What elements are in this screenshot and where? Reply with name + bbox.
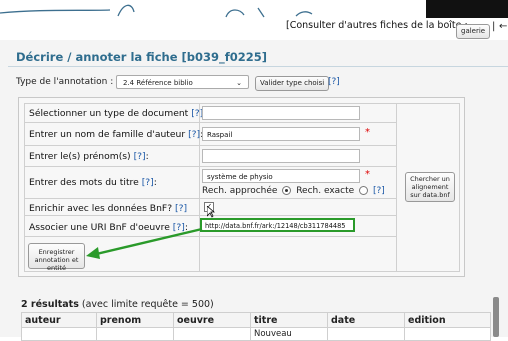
col-date: date	[327, 312, 405, 328]
results-summary: 2 résultats (avec limite requête = 500)	[21, 299, 214, 310]
annotation-type-select[interactable]: 2.4 Référence biblio ⌄	[116, 75, 249, 89]
required-marker: *	[365, 169, 370, 180]
cell-date	[327, 327, 405, 341]
results-scrollbar[interactable]	[493, 297, 499, 337]
cell-edition	[404, 327, 491, 341]
exact-search-label: Rech. exacte	[296, 186, 355, 196]
title-divider	[8, 66, 508, 67]
bnf-enrich-help-link[interactable]: [?]	[175, 203, 187, 214]
results-header-row: auteur prenom oeuvre titre date edition	[21, 312, 491, 328]
chevron-down-icon: ⌄	[236, 79, 242, 87]
annotation-type-label: Type de l'annotation :	[16, 77, 114, 87]
col-prenom: prenom	[96, 312, 174, 328]
search-bnf-alignment-button[interactable]: Chercher un alignement sur data.bnf	[405, 172, 455, 202]
exact-search-radio[interactable]	[359, 186, 369, 195]
page-title: Décrire / annoter la fiche [b039_f0225]	[16, 50, 268, 64]
search-mode-group: Rech. approchée Rech. exacte [?]	[202, 186, 385, 196]
form-grid-cell	[199, 198, 397, 216]
results-count: 2 résultats	[21, 299, 79, 310]
author-lastname-label: Entrer un nom de famille d'auteur [?]:	[29, 129, 203, 140]
author-lastname-input[interactable]: Raspail	[202, 127, 360, 141]
col-oeuvre: oeuvre	[173, 312, 251, 328]
search-mode-help-link[interactable]: [?]	[373, 186, 385, 196]
doc-type-input[interactable]	[202, 106, 360, 120]
bnf-enrich-label: Enrichir avec les données BnF? [?]	[29, 203, 188, 214]
annotation-type-help-link[interactable]: [?]	[328, 77, 340, 87]
cell-oeuvre	[173, 327, 251, 341]
author-firstname-help-link[interactable]: [?]	[134, 151, 146, 162]
green-arrow-annotation	[86, 227, 203, 259]
consult-other-sheets-text: [Consulter d'autres fiches de la boîte :	[286, 20, 468, 31]
mouse-cursor-icon	[207, 206, 215, 218]
author-lastname-help-link[interactable]: [?]	[188, 129, 200, 140]
cell-titre: Nouveau	[250, 327, 328, 341]
results-limit: (avec limite requête = 500)	[81, 299, 214, 310]
title-words-label: Entrer des mots du titre [?]:	[29, 177, 157, 188]
handwriting-scribble	[0, 4, 313, 18]
cell-auteur	[21, 327, 97, 341]
title-words-input[interactable]: système de physio	[202, 169, 360, 183]
annotation-type-row: Type de l'annotation : 2.4 Référence bib…	[16, 75, 340, 91]
back-arrow-icon[interactable]: ←	[499, 21, 507, 32]
cell-prenom	[96, 327, 174, 341]
required-marker: *	[365, 127, 370, 138]
approx-search-radio[interactable]	[282, 186, 292, 195]
table-row[interactable]: Nouveau	[21, 327, 491, 341]
galerie-button[interactable]: galerie	[456, 24, 491, 39]
doc-type-label: Sélectionner un type de document [?]:	[29, 108, 206, 119]
dark-image-region	[426, 0, 508, 18]
col-titre: titre	[250, 312, 328, 328]
title-words-help-link[interactable]: [?]	[142, 177, 154, 188]
top-strip	[0, 0, 508, 38]
validate-type-button[interactable]: Valider type choisi	[255, 76, 330, 91]
author-firstname-input[interactable]	[202, 149, 360, 163]
separator: |	[492, 21, 496, 32]
form-grid-cell	[199, 236, 397, 272]
save-annotation-button[interactable]: Enregistrer annotation et entité	[28, 243, 85, 272]
approx-search-label: Rech. approchée	[202, 186, 278, 196]
annotation-type-selected: 2.4 Référence biblio	[123, 79, 193, 87]
col-auteur: auteur	[21, 312, 97, 328]
author-firstname-label: Entrer le(s) prénom(s) [?]:	[29, 151, 149, 162]
col-edition: edition	[404, 312, 491, 328]
bnf-uri-input[interactable]: http://data.bnf.fr/ark:/12148/cb31178448…	[200, 218, 355, 232]
